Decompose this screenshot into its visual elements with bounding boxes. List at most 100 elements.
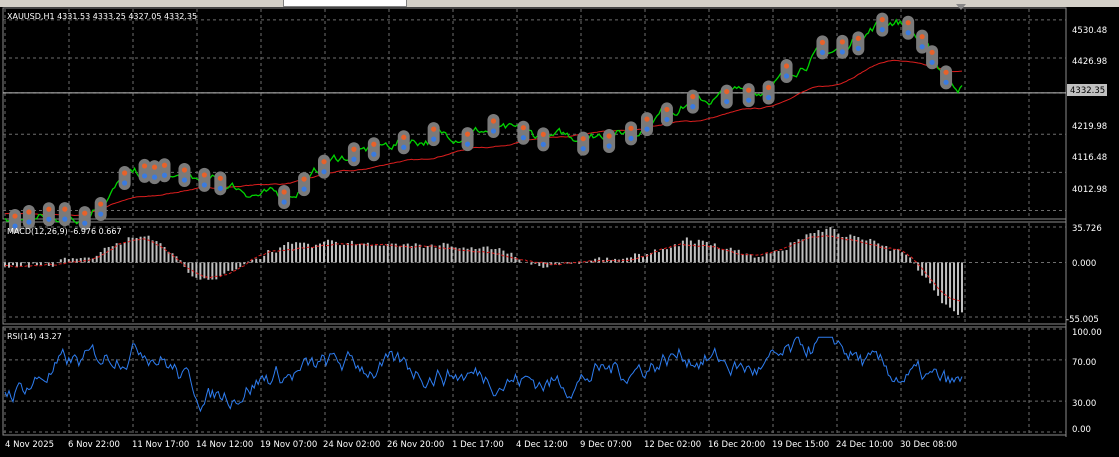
sell-arrow-icon <box>690 94 696 100</box>
sell-arrow-icon <box>401 134 407 140</box>
sell-arrow-icon <box>905 20 911 26</box>
trade-marker-pill <box>625 121 638 146</box>
trade-marker-pill <box>58 202 71 227</box>
sell-arrow-icon <box>122 170 128 176</box>
time-tick: 30 Dec 08:00 <box>900 440 957 450</box>
time-tick: 16 Dec 20:00 <box>708 440 765 450</box>
macd-tick: 35.726 <box>1072 224 1102 234</box>
ma-path <box>4 59 963 217</box>
buy-arrow-icon <box>783 73 790 79</box>
price-tick: 4426.98 <box>1072 57 1107 67</box>
trade-marker <box>640 112 653 137</box>
buy-arrow-icon <box>351 156 357 162</box>
buy-arrow-icon <box>839 49 845 55</box>
buy-arrow-icon <box>540 141 546 147</box>
time-tick: 9 Dec 07:00 <box>580 440 632 450</box>
buy-arrow-icon <box>98 211 104 217</box>
sell-arrow-icon <box>839 39 845 45</box>
sell-arrow-icon <box>628 125 634 131</box>
trade-marker <box>367 137 380 162</box>
trade-marker-pill <box>852 31 865 56</box>
buy-arrow-icon <box>122 180 128 186</box>
buy-arrow-icon <box>943 79 949 85</box>
trade-marker-pill <box>816 35 829 60</box>
sell-arrow-icon <box>98 201 104 207</box>
trade-marker-pill <box>118 166 131 191</box>
buy-arrow-icon <box>217 185 223 191</box>
sell-arrow-icon <box>943 69 949 75</box>
buy-arrow-icon <box>919 44 925 50</box>
buy-arrow-icon <box>690 104 696 110</box>
trade-marker <box>577 131 590 156</box>
buy-arrow-icon <box>161 172 168 178</box>
rsi-tick: 70.00 <box>1072 358 1096 368</box>
buy-arrow-icon <box>490 128 497 134</box>
trade-marker <box>318 154 330 179</box>
trade-marker <box>762 80 775 105</box>
sell-arrow-icon <box>664 106 670 113</box>
buy-arrow-icon <box>905 30 911 36</box>
buy-arrow-icon <box>464 141 471 147</box>
trade-marker-pill <box>298 172 311 197</box>
buy-arrow-icon <box>724 98 730 105</box>
trade-marker-pill <box>720 84 733 109</box>
time-tick: 12 Dec 02:00 <box>644 440 701 450</box>
trade-marker <box>603 129 616 154</box>
trade-marker-pill <box>214 171 227 196</box>
trade-marker-pill <box>640 112 653 137</box>
trade-marker-pill <box>22 205 35 230</box>
trade-marker-pill <box>347 142 360 167</box>
trade-marker <box>214 171 227 196</box>
buy-arrow-icon <box>644 126 650 132</box>
trade-marker <box>660 102 673 127</box>
trade-marker <box>742 83 755 108</box>
trade-marker-pill <box>318 154 330 179</box>
buy-arrow-icon <box>766 94 772 101</box>
buy-arrow-icon <box>151 174 158 180</box>
sell-arrow-icon <box>431 126 437 132</box>
macd-title: MACD(12,26,9) -6.976 0.667 <box>7 227 122 236</box>
buy-arrow-icon <box>401 144 407 150</box>
trade-marker-pill <box>367 137 380 162</box>
trade-marker <box>816 35 829 60</box>
trade-marker-pill <box>537 127 550 152</box>
trade-marker-pill <box>577 131 590 156</box>
sell-arrow-icon <box>540 131 546 137</box>
trade-marker-pill <box>487 114 500 139</box>
sell-arrow-icon <box>321 159 327 165</box>
buy-arrow-icon <box>181 177 188 183</box>
trade-marker <box>158 158 171 183</box>
trade-marker <box>427 122 440 147</box>
time-tick: 14 Nov 12:00 <box>196 440 253 450</box>
trade-marker-pill <box>198 167 211 192</box>
trade-marker <box>94 197 107 222</box>
rsi-path <box>4 336 963 413</box>
sell-arrow-icon <box>644 116 650 122</box>
buy-arrow-icon <box>26 219 32 225</box>
time-tick: 24 Nov 02:00 <box>323 440 380 450</box>
trade-marker <box>22 205 35 230</box>
trade-marker <box>298 172 311 197</box>
trade-marker-pill <box>461 127 474 152</box>
trade-marker-pill <box>876 12 889 37</box>
time-tick: 24 Dec 10:00 <box>836 440 893 450</box>
buy-arrow-icon <box>606 143 612 149</box>
buy-arrow-icon <box>819 49 826 55</box>
sell-arrow-icon <box>181 167 188 173</box>
trade-marker <box>517 120 530 145</box>
trading-chart[interactable]: XAUUSD,H1 4331.53 4333.25 4327.05 4332.3… <box>0 0 1119 457</box>
symbol-header: XAUUSD,H1 4331.53 4333.25 4327.05 4332.3… <box>7 12 197 21</box>
sell-arrow-icon <box>151 164 158 170</box>
price-tick: 4219.98 <box>1072 122 1107 132</box>
sell-arrow-icon <box>217 175 223 181</box>
trade-marker-pill <box>902 15 915 40</box>
buy-arrow-icon <box>580 146 586 152</box>
buy-arrow-icon <box>879 27 885 33</box>
rsi-line <box>4 336 963 413</box>
price-tick: 4012.98 <box>1072 185 1107 195</box>
buy-arrow-icon <box>371 151 377 157</box>
trade-marker-pill <box>427 122 440 147</box>
sell-arrow-icon <box>281 189 287 195</box>
time-tick: 19 Dec 15:00 <box>772 440 829 450</box>
sell-arrow-icon <box>12 213 18 219</box>
